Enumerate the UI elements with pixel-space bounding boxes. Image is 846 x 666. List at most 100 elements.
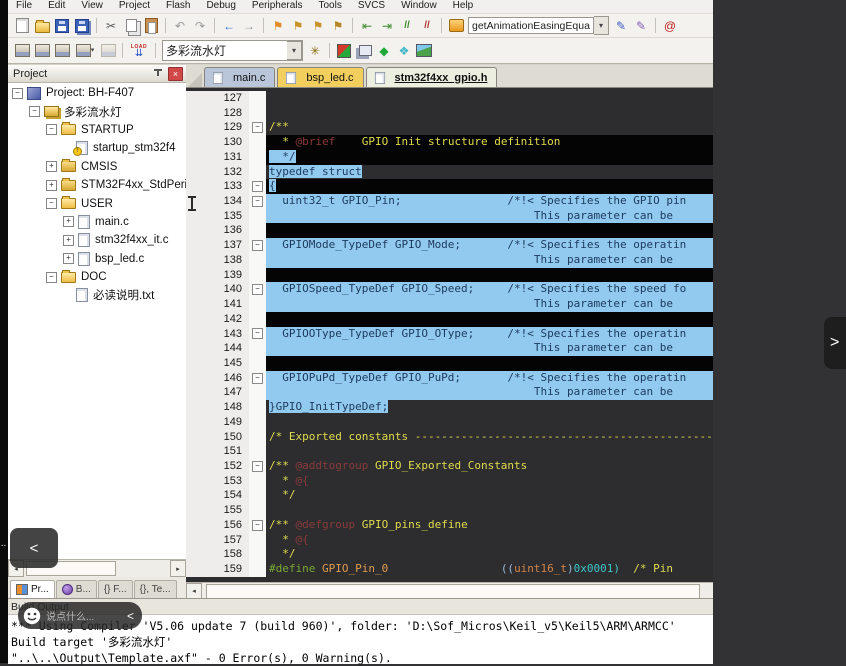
overlay-next-button[interactable]: > bbox=[824, 317, 846, 369]
find-in-files-icon[interactable] bbox=[447, 17, 465, 34]
tree-item-main-c[interactable]: +main.c bbox=[8, 213, 186, 231]
annotate-icon[interactable]: ✎ bbox=[632, 17, 650, 34]
expander-icon[interactable]: − bbox=[46, 124, 57, 135]
find-next-icon[interactable]: ✎ bbox=[612, 17, 630, 34]
find-combo-input[interactable] bbox=[468, 17, 594, 34]
tree-item-cmsis[interactable]: +CMSIS bbox=[8, 158, 186, 176]
stop-build-icon[interactable] bbox=[99, 42, 117, 59]
fold-collapse-icon[interactable]: − bbox=[252, 196, 263, 207]
chevron-left-icon[interactable]: < bbox=[127, 609, 134, 623]
save-all-icon[interactable] bbox=[73, 17, 91, 34]
fold-collapse-icon[interactable]: − bbox=[252, 284, 263, 295]
tree-item-doc[interactable]: −DOC bbox=[8, 268, 186, 286]
options-for-target-icon[interactable]: ✳ bbox=[306, 42, 324, 59]
manage-runtime-env-icon[interactable]: ◆ bbox=[375, 42, 393, 59]
menu-edit[interactable]: Edit bbox=[40, 0, 73, 13]
undo-icon[interactable]: ↶ bbox=[171, 17, 189, 34]
copy-icon[interactable] bbox=[122, 17, 140, 34]
menu-debug[interactable]: Debug bbox=[198, 0, 243, 13]
find-combo[interactable]: ▾ bbox=[468, 17, 609, 34]
menu-help[interactable]: Help bbox=[445, 0, 482, 13]
tree-item-startup_stm32f4[interactable]: startup_stm32f4 bbox=[8, 139, 186, 157]
expander-icon[interactable]: − bbox=[12, 88, 23, 99]
menu-window[interactable]: Window bbox=[393, 0, 445, 13]
tree-item-stm32f4xx_stdperip[interactable]: +STM32F4xx_StdPerip bbox=[8, 176, 186, 194]
expander-icon[interactable]: + bbox=[63, 216, 74, 227]
target-combo-input[interactable] bbox=[163, 43, 287, 58]
close-icon[interactable]: × bbox=[168, 67, 183, 81]
build-icon[interactable] bbox=[33, 42, 51, 59]
chevron-down-icon[interactable]: ▾ bbox=[594, 16, 609, 35]
debug-session-icon[interactable] bbox=[335, 42, 353, 59]
tree-item--txt[interactable]: 必读说明.txt bbox=[8, 286, 186, 304]
expander-icon[interactable]: + bbox=[63, 235, 74, 246]
tree-item-project-bh-f407[interactable]: −Project: BH-F407 bbox=[8, 84, 186, 102]
bottom-tab-f[interactable]: {} F... bbox=[98, 580, 133, 598]
scrollbar-thumb[interactable] bbox=[206, 584, 700, 599]
expander-icon[interactable]: − bbox=[29, 106, 40, 117]
navigate-forward-icon[interactable]: → bbox=[240, 17, 258, 34]
redo-icon[interactable]: ↷ bbox=[191, 17, 209, 34]
bookmark-clear-all-icon[interactable]: ⚑ bbox=[329, 17, 347, 34]
bookmark-next-icon[interactable]: ⚑ bbox=[309, 17, 327, 34]
menu-view[interactable]: View bbox=[73, 0, 111, 13]
chevron-down-icon[interactable]: ▾ bbox=[287, 41, 302, 60]
tab-main-c[interactable]: main.c bbox=[204, 67, 275, 87]
download-load-icon[interactable]: LOAD⇊ bbox=[128, 42, 150, 59]
fold-collapse-icon[interactable]: − bbox=[252, 328, 263, 339]
scroll-left-icon[interactable]: ◂ bbox=[186, 583, 202, 600]
tree-item--[interactable]: −多彩流水灯 bbox=[8, 102, 186, 120]
new-file-icon[interactable] bbox=[13, 17, 31, 34]
tree-item-user[interactable]: −USER bbox=[8, 194, 186, 212]
fold-collapse-icon[interactable]: − bbox=[252, 122, 263, 133]
menu-file[interactable]: File bbox=[8, 0, 40, 13]
fold-collapse-icon[interactable]: − bbox=[252, 240, 263, 251]
uncomment-selection-icon[interactable]: // bbox=[418, 17, 436, 34]
expander-icon[interactable]: − bbox=[46, 272, 57, 283]
menu-tools[interactable]: Tools bbox=[311, 0, 350, 13]
target-combo[interactable]: ▾ bbox=[162, 40, 303, 61]
tab-bsp_led-c[interactable]: bsp_led.c bbox=[277, 67, 363, 87]
comment-selection-icon[interactable]: // bbox=[398, 17, 416, 34]
paste-icon[interactable] bbox=[142, 17, 160, 34]
tab-stm32f4xx_gpio-h[interactable]: stm32f4xx_gpio.h bbox=[366, 67, 498, 87]
tree-item-bsp_led-c[interactable]: +bsp_led.c bbox=[8, 250, 186, 268]
tree-item-startup[interactable]: −STARTUP bbox=[8, 121, 186, 139]
pack-installer-icon[interactable] bbox=[415, 42, 433, 59]
editor-horizontal-scrollbar[interactable]: ◂ bbox=[186, 582, 713, 599]
fold-collapse-icon[interactable]: − bbox=[252, 373, 263, 384]
cut-icon[interactable]: ✂ bbox=[102, 17, 120, 34]
overlay-chat-input[interactable]: 说点什么... < bbox=[18, 602, 142, 629]
navigate-back-icon[interactable]: ← bbox=[220, 17, 238, 34]
code-editor[interactable]: 127128129−/**130 * @brief GPIO Init stru… bbox=[186, 88, 713, 585]
indent-left-icon[interactable]: ⇤ bbox=[358, 17, 376, 34]
scroll-right-icon[interactable]: ▸ bbox=[170, 560, 186, 577]
overlay-back-button[interactable]: < bbox=[10, 528, 58, 568]
bottom-tab-te[interactable]: {}, Te... bbox=[134, 580, 177, 598]
open-file-icon[interactable] bbox=[33, 17, 51, 34]
window-layers-icon[interactable] bbox=[355, 42, 373, 59]
pin-icon[interactable] bbox=[153, 69, 163, 79]
fold-collapse-icon[interactable]: − bbox=[252, 181, 263, 192]
tree-item-stm32f4xx_it-c[interactable]: +stm32f4xx_it.c bbox=[8, 231, 186, 249]
bottom-tab-b[interactable]: B... bbox=[56, 580, 97, 598]
manage-project-items-icon[interactable]: ❖ bbox=[395, 42, 413, 59]
menu-project[interactable]: Project bbox=[111, 0, 158, 13]
expander-icon[interactable]: + bbox=[46, 180, 57, 191]
fold-collapse-icon[interactable]: − bbox=[252, 520, 263, 531]
bookmark-prev-icon[interactable]: ⚑ bbox=[289, 17, 307, 34]
menu-svcs[interactable]: SVCS bbox=[350, 0, 393, 13]
expander-icon[interactable]: + bbox=[63, 253, 74, 264]
bottom-tab-pr[interactable]: Pr... bbox=[10, 580, 55, 598]
expander-icon[interactable]: − bbox=[46, 198, 57, 209]
rebuild-all-icon[interactable] bbox=[53, 42, 71, 59]
indent-right-icon[interactable]: ⇥ bbox=[378, 17, 396, 34]
help-icon[interactable]: @ bbox=[661, 17, 679, 34]
fold-collapse-icon[interactable]: − bbox=[252, 461, 263, 472]
menu-flash[interactable]: Flash bbox=[158, 0, 198, 13]
translate-file-icon[interactable] bbox=[13, 42, 31, 59]
save-icon[interactable] bbox=[53, 17, 71, 34]
batch-build-icon[interactable]: ▾ bbox=[73, 42, 97, 59]
bookmark-toggle-icon[interactable]: ⚑ bbox=[269, 17, 287, 34]
expander-icon[interactable]: + bbox=[46, 161, 57, 172]
